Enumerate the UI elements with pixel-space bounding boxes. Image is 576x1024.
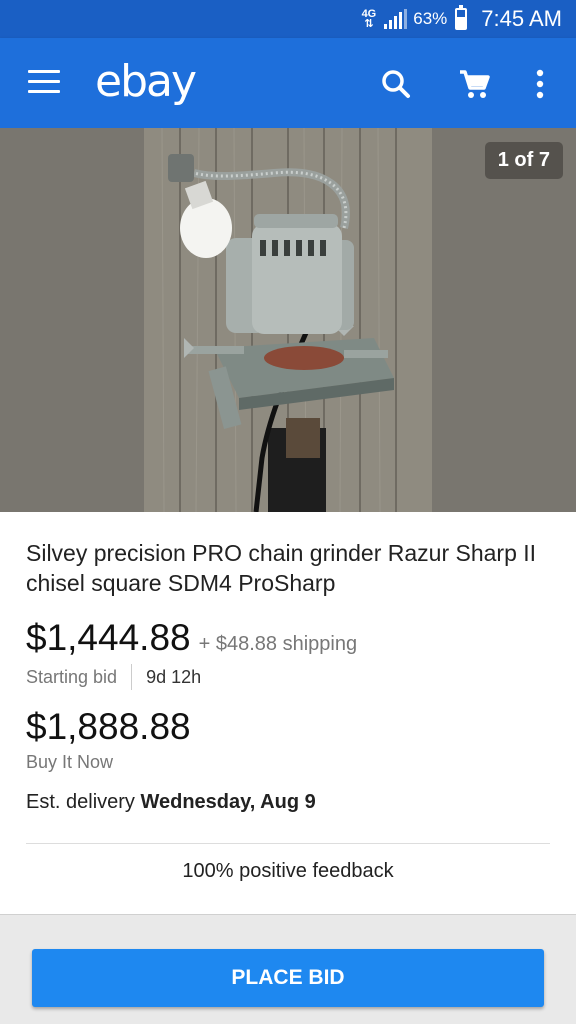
buy-it-now-label: Buy It Now	[26, 752, 114, 772]
app-bar: ebay	[0, 38, 576, 128]
section-divider	[26, 843, 550, 844]
price-row: $1,444.88 + $48.88 shipping	[26, 617, 357, 659]
time-left: 9d 12h	[146, 666, 202, 687]
clock: 7:45 AM	[481, 6, 562, 31]
bid-type-label: Starting bid	[26, 666, 118, 687]
battery-percent: 63%	[413, 9, 448, 28]
listing-details: Silvey precision PRO chain grinder Razur…	[0, 512, 576, 914]
status-icons: 4G ⇅ 63% 7:45 AM	[361, 5, 562, 32]
seller-feedback[interactable]: 100% positive feedback	[0, 860, 576, 883]
estimated-delivery: Est. delivery Wednesday, Aug 9	[26, 791, 316, 814]
buy-it-now-price: $1,888.88	[26, 706, 191, 747]
product-photo[interactable]	[144, 128, 432, 512]
ebay-logo[interactable]: ebay	[95, 56, 197, 107]
network-type-icon: 4G ⇅	[361, 8, 377, 30]
shipping-cost: + $48.88 shipping	[198, 633, 358, 655]
current-price: $1,444.88	[26, 617, 191, 658]
signal-strength-icon	[384, 9, 408, 29]
more-vert-icon[interactable]	[518, 62, 562, 106]
photo-page-indicator: 1 of 7	[484, 142, 563, 179]
delivery-prefix: Est. delivery	[26, 791, 141, 813]
listing-title: Silvey precision PRO chain grinder Razur…	[26, 540, 537, 596]
hamburger-menu-icon[interactable]	[28, 70, 60, 96]
delivery-date: Wednesday, Aug 9	[140, 791, 316, 813]
meta-divider	[131, 664, 133, 690]
bottom-action-bar: PLACE BID	[0, 914, 576, 1024]
status-bar: 4G ⇅ 63% 7:45 AM	[0, 0, 576, 38]
battery-icon	[455, 5, 468, 30]
image-gallery[interactable]: 1 of 7	[0, 128, 576, 512]
place-bid-button[interactable]: PLACE BID	[32, 949, 544, 1007]
bid-meta: Starting bid 9d 12h	[26, 664, 201, 690]
cart-icon[interactable]	[452, 62, 496, 106]
search-icon[interactable]	[374, 62, 418, 106]
